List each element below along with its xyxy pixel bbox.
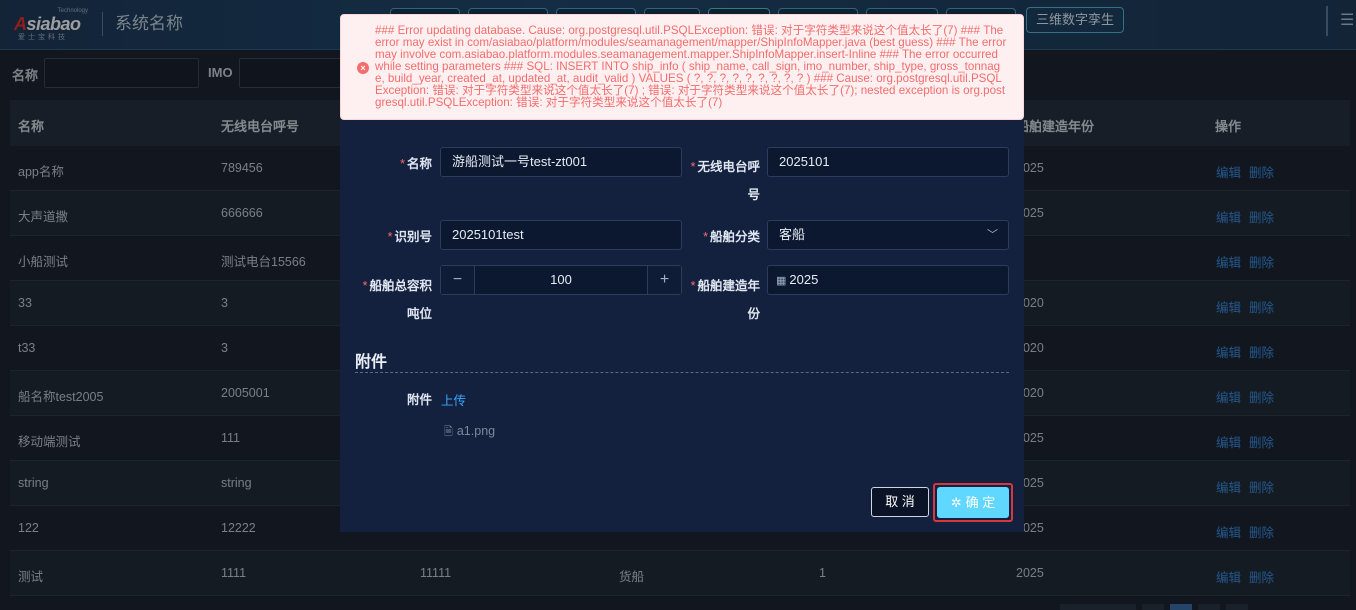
build-year-label: * 船舶建造年份 [690, 279, 760, 321]
attachment-file[interactable]: 🗎 a1.png [444, 423, 495, 442]
confirm-button[interactable]: ✲ 确 定 [937, 487, 1009, 518]
plus-icon[interactable]: + [647, 266, 681, 294]
call-sign-input[interactable]: 2025101 [767, 147, 1009, 177]
gross-tonnage-value: 100 [550, 272, 572, 287]
minus-icon[interactable]: − [441, 266, 475, 294]
gross-tonnage-stepper[interactable]: − 100 + [440, 265, 682, 295]
name-label: * 名称 [400, 157, 432, 171]
id-number-label: * 识别号 [387, 230, 432, 244]
section-divider [355, 372, 1009, 373]
attachments-section-title: 附件 [355, 354, 388, 371]
calendar-icon: ▦ [776, 275, 787, 287]
id-number-input[interactable]: 2025101test [440, 220, 682, 250]
upload-link[interactable]: 上传 [441, 390, 466, 409]
build-year-picker[interactable]: ▦ 2025 [767, 265, 1009, 295]
loading-icon: ✲ [950, 495, 962, 510]
error-message-text: ### Error updating database. Cause: org.… [375, 24, 1007, 109]
ship-type-select[interactable]: 客船 ﹀ [767, 220, 1009, 250]
chevron-down-icon: ﹀ [987, 229, 998, 241]
ship-type-value: 客船 [779, 227, 806, 242]
call-sign-label: * 无线电台呼号 [690, 160, 760, 202]
error-icon: × [357, 62, 369, 74]
build-year-value: 2025 [789, 272, 819, 287]
error-message-alert: × ### Error updating database. Cause: or… [340, 14, 1024, 120]
cancel-button[interactable]: 取 消 [871, 487, 929, 517]
gross-tonnage-label: * 船舶总容积 吨位 [362, 279, 432, 321]
attachment-label: 附件 [406, 393, 432, 407]
ship-type-label: * 船舶分类 [703, 230, 760, 244]
name-input[interactable]: 游船测试一号test-zt001 [440, 147, 682, 177]
document-icon: 🗎 [444, 426, 453, 438]
